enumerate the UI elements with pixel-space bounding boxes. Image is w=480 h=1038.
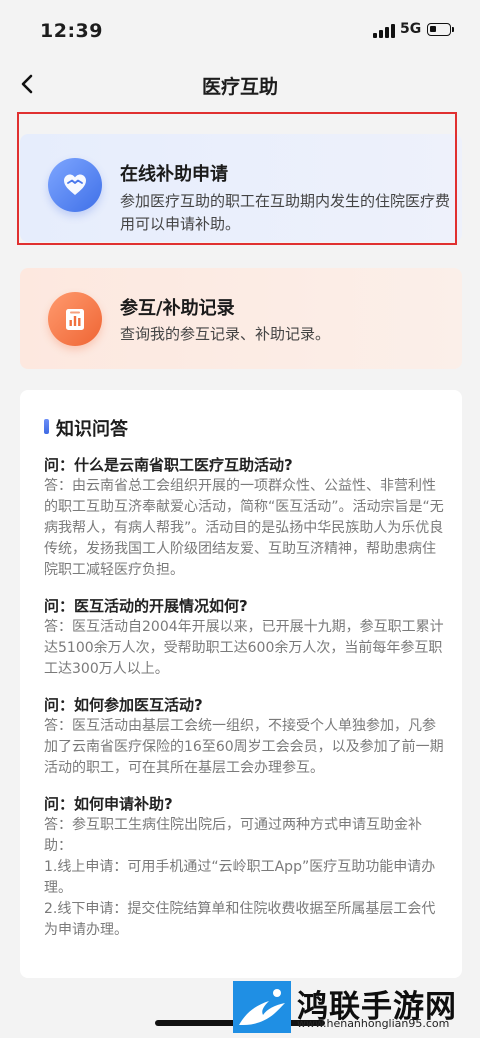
qa-list: 问：什么是云南省职工医疗互助活动? 答：由云南省总工会组织开展的一项群众性、公益… [44, 454, 444, 941]
watermark-url: www.henanhonglian95.com [297, 1017, 450, 1030]
answer: 答：由云南省总工会组织开展的一项群众性、公益性、非营利性的职工互助互济奉献爱心活… [44, 478, 444, 578]
status-time: 12:39 [40, 20, 103, 42]
records-card[interactable]: 参互/补助记录 查询我的参互记录、补助记录。 [20, 268, 462, 369]
section-marker [44, 419, 49, 434]
section-title: 知识问答 [56, 419, 128, 440]
answer-line: 2.线下申请：提交住院结算单和住院收费收据至所属基层工会代为申请办理。 [44, 901, 436, 938]
battery-icon [427, 23, 454, 36]
question: 问：如何申请补助? [44, 795, 173, 813]
question: 问：什么是云南省职工医疗互助活动? [44, 456, 293, 474]
card-icon-badge [48, 158, 102, 212]
card-icon-badge [48, 292, 102, 346]
network-label: 5G [400, 21, 422, 37]
signal-icon [373, 24, 395, 38]
record-list-icon [66, 309, 84, 330]
heart-hands-icon [64, 174, 86, 195]
question: 问：如何参加医互活动? [44, 696, 203, 714]
answer: 答：医互活动自2004年开展以来，已开展十九期，参互职工累计达5100余万人次，… [44, 619, 444, 677]
status-bar: 12:39 5G [0, 0, 480, 60]
bird-logo-icon [239, 989, 285, 1025]
answer: 答：参互职工生病住院出院后，可通过两种方式申请互助金补助： [44, 817, 422, 854]
answer-line: 1.线上申请：可用手机通过“云岭职工App”医疗互助功能申请办理。 [44, 859, 436, 896]
knowledge-qa-panel: 知识问答 问：什么是云南省职工医疗互助活动? 答：由云南省总工会组织开展的一项群… [20, 390, 462, 978]
question: 问：医互活动的开展情况如何? [44, 597, 248, 615]
page-title: 医疗互助 [201, 76, 278, 98]
answer: 答：医互活动由基层工会统一组织，不接受个人单独参加，凡参加了云南省医疗保险的16… [44, 718, 444, 776]
card-description: 查询我的参互记录、补助记录。 [120, 325, 331, 343]
online-subsidy-card[interactable]: 在线补助申请 参加医疗互助的职工在互助期内发生的住院医疗费用可以申请补助。 [20, 134, 462, 242]
watermark-logo [233, 981, 291, 1033]
card-description: 参加医疗互助的职工在互助期内发生的住院医疗费用可以申请补助。 [120, 192, 451, 233]
card-title: 参互/补助记录 [120, 298, 235, 319]
card-title: 在线补助申请 [120, 164, 228, 185]
nav-bar: 医疗互助 [0, 60, 480, 112]
watermark: 鸿联手游网 www.henanhonglian95.com [233, 981, 476, 1033]
